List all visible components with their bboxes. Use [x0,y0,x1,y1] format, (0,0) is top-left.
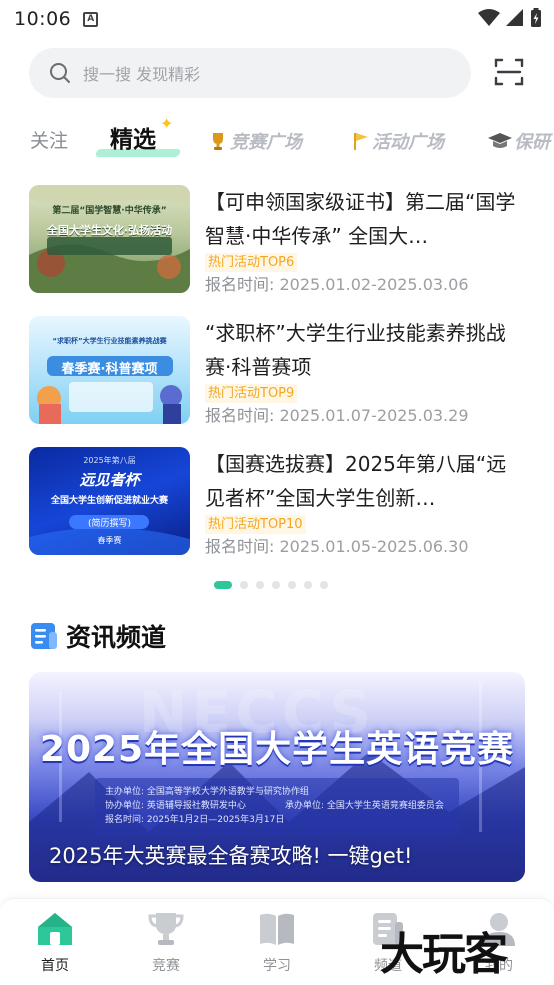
status-icons [478,8,542,28]
carousel-dot[interactable] [214,581,232,589]
activity-thumbnail: 第二届“国学智慧·中华传承” 全国大学生文化·弘扬活动 [29,185,190,293]
signal-icon [506,9,523,26]
carousel-dot[interactable] [272,581,280,589]
activity-item[interactable]: 第二届“国学智慧·中华传承” 全国大学生文化·弘扬活动 【可申领国家级证书】第二… [29,185,529,295]
graduation-cap-icon [488,133,512,148]
tab-activity-square-label: 活动广场 [372,132,444,153]
banner-caption: 2025年大英赛最全备赛攻略! 一键get! [49,844,413,868]
nav-study[interactable]: 学习 [247,907,307,975]
nav-contest-label: 竞赛 [152,958,180,974]
activity-time-range: 2025.01.02-2025.03.06 [279,275,469,294]
activity-item[interactable]: “求职杯”大学生行业技能素养挑战赛 春季赛·科普赛项 “求职杯”大学生行业技能素… [29,316,529,426]
tab-grad-label: 保研 [514,132,550,153]
news-section-title: 资讯频道 [66,623,167,652]
thumbnail-top-text: 2025年第八届 [83,456,136,465]
activity-time: 报名时间: 2025.01.07-2025.03.29 [205,402,469,426]
nav-home-label: 首页 [41,958,69,974]
activity-item[interactable]: 2025年第八届 远见者杯 全国大学生创新促进就业大赛 (简历撰写) 春季赛 【… [29,447,529,557]
battery-icon [531,8,541,27]
activity-hot-tag: 热门活动TOP6 [205,253,298,272]
tab-follow[interactable]: 关注 [30,126,68,153]
activity-time-label: 报名时间: [205,275,275,294]
tab-contest-square[interactable]: 竞赛广场 [208,128,302,154]
trophy-icon [148,913,184,945]
thumbnail-top-text: 第二届“国学智慧·中华传承” [52,206,167,216]
activity-title: 【可申领国家级证书】第二届“国学智慧·中华传承” 全国大… [205,190,516,248]
thumbnail-top-text: “求职杯”大学生行业技能素养挑战赛 [52,337,167,345]
status-bar: 10:06 A [0,0,554,38]
status-time: 10:06 [14,8,72,30]
news-icon [31,623,57,649]
notification-app-icon: A [83,11,99,27]
carousel-dot[interactable] [288,581,296,589]
carousel-dot[interactable] [320,581,328,589]
trophy-icon [213,133,223,150]
activity-time-label: 报名时间: [205,406,275,425]
search-placeholder: 搜一搜 发现精彩 [83,65,201,84]
activity-title: 【国赛选拔赛】2025年第八届“远见者杯”全国大学生创新… [205,452,507,510]
thumbnail-main-text: 春季赛·科普赛项 [61,362,158,377]
category-tabs: 关注 精选 ✦ 竞赛广场 活动广场 保研 [0,112,554,168]
banner-info-line: 协办单位: 英语辅导报社教研发中心 [105,801,246,811]
scan-button[interactable] [492,55,526,89]
activity-thumbnail: “求职杯”大学生行业技能素养挑战赛 春季赛·科普赛项 [29,316,190,424]
sparkle-icon: ✦ [160,114,174,133]
tab-contest-square-label: 竞赛广场 [230,132,302,153]
book-icon [260,913,294,945]
carousel-dot[interactable] [304,581,312,589]
carousel-pager [214,581,328,589]
watermark-logo: 大玩客 [380,929,508,980]
tab-activity-square[interactable]: 活动广场 [352,128,444,154]
banner-info-box: 主办单位: 全国高等学校大学外语教学与研究协作组 协办单位: 英语辅导报社教研发… [95,778,459,836]
search-icon [50,63,70,83]
activity-time-label: 报名时间: [205,537,275,556]
activity-time: 报名时间: 2025.01.05-2025.06.30 [205,533,469,557]
banner-info-line: 报名时间: 2025年1月2日—2025年3月17日 [105,815,285,825]
banner-info-line: 主办单位: 全国高等学校大学外语教学与研究协作组 [105,787,309,797]
carousel-dot[interactable] [256,581,264,589]
activity-time-range: 2025.01.07-2025.03.29 [279,406,469,425]
thumbnail-main-text: 全国大学生文化·弘扬活动 [46,224,173,237]
home-icon [38,913,72,945]
activity-hot-tag: 热门活动TOP9 [205,384,298,403]
wifi-icon [478,9,500,26]
banner-headline: 2025年全国大学生英语竞赛 [39,729,515,770]
tab-grad[interactable]: 保研 [488,128,550,154]
activity-thumbnail: 2025年第八届 远见者杯 全国大学生创新促进就业大赛 (简历撰写) 春季赛 [29,447,190,555]
thumbnail-main-text: 全国大学生创新促进就业大赛 [50,496,168,506]
nav-contest[interactable]: 竞赛 [136,907,196,975]
activity-hot-tag: 热门活动TOP10 [205,515,306,534]
search-bar[interactable]: 搜一搜 发现精彩 [29,48,471,98]
nav-home[interactable]: 首页 [25,907,85,975]
thumbnail-sub-text: (简历撰写) [87,519,132,529]
carousel-dot[interactable] [240,581,248,589]
flag-icon [354,133,368,150]
thumbnail-brand-text: 远见者杯 [79,471,140,489]
activity-time: 报名时间: 2025.01.02-2025.03.06 [205,271,469,295]
activity-title: “求职杯”大学生行业技能素养挑战赛·科普赛项 [205,321,506,379]
thumbnail-season-text: 春季赛 [97,536,122,545]
banner-info-line: 承办单位: 全国大学生英语竞赛组委员会 [285,801,444,811]
nav-study-label: 学习 [263,958,291,974]
news-banner[interactable]: NECCS 2025年全国大学生英语竞赛 主办单位: 全国高等学校大学外语教学与… [29,672,525,882]
activity-time-range: 2025.01.05-2025.06.30 [279,537,469,556]
scan-icon [494,58,524,86]
tab-featured[interactable]: 精选 [110,120,156,154]
news-section-header: 资讯频道 [30,618,166,654]
